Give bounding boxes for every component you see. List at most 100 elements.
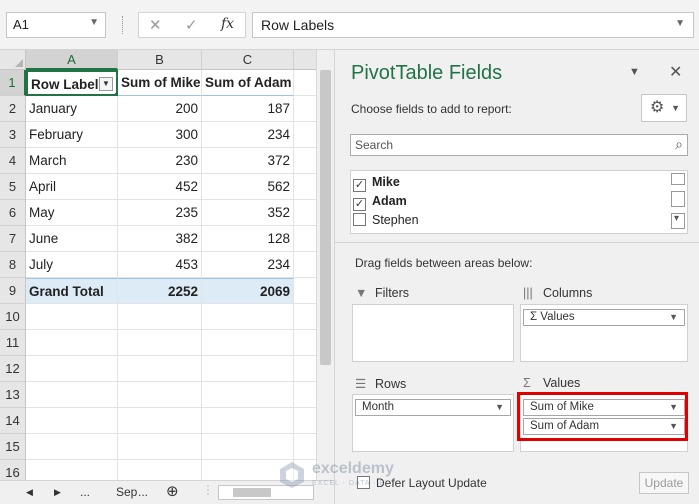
empty-cell[interactable] bbox=[202, 356, 294, 382]
pivot-row-label[interactable]: March bbox=[26, 148, 118, 174]
pivot-value-cell[interactable]: 230 bbox=[118, 148, 202, 174]
columns-values-chip[interactable]: Σ Values ▼ bbox=[523, 309, 685, 326]
row-header[interactable]: 5 bbox=[0, 174, 26, 200]
row-labels-filter-icon[interactable]: ▼ bbox=[99, 77, 113, 91]
row-header[interactable]: 8 bbox=[0, 252, 26, 278]
chevron-down-icon[interactable]: ▼ bbox=[669, 310, 678, 325]
list-scroll-up[interactable] bbox=[671, 173, 685, 185]
empty-cell[interactable] bbox=[294, 174, 316, 200]
hscroll-thumb[interactable] bbox=[233, 488, 271, 497]
empty-cell[interactable] bbox=[294, 434, 316, 460]
pane-options-chevron-icon[interactable]: ▼ bbox=[629, 66, 640, 78]
scroll-tabs-right-icon[interactable]: ▶ bbox=[54, 487, 61, 498]
list-scroll-track[interactable] bbox=[671, 191, 685, 207]
tools-button[interactable]: ⚙ ▼ bbox=[641, 94, 687, 122]
empty-cell[interactable] bbox=[294, 356, 316, 382]
chevron-down-icon[interactable]: ▼ bbox=[495, 400, 504, 415]
pivot-row-label[interactable]: February bbox=[26, 122, 118, 148]
insert-function-icon[interactable]: fx bbox=[221, 16, 234, 32]
close-icon[interactable]: ✕ bbox=[669, 62, 682, 82]
empty-cell[interactable] bbox=[26, 408, 118, 434]
empty-cell[interactable] bbox=[118, 408, 202, 434]
row-header[interactable]: 11 bbox=[0, 330, 26, 356]
empty-cell[interactable] bbox=[118, 330, 202, 356]
pivot-value-cell[interactable]: 300 bbox=[118, 122, 202, 148]
empty-cell[interactable] bbox=[294, 278, 316, 304]
checkbox-checked-icon[interactable]: ✓ bbox=[353, 179, 366, 192]
name-box[interactable]: A1 ▼ bbox=[6, 12, 106, 38]
add-sheet-icon[interactable]: ⊕ bbox=[166, 482, 179, 500]
pivot-value-cell[interactable]: 187 bbox=[202, 96, 294, 122]
pivot-value-cell[interactable]: 234 bbox=[202, 252, 294, 278]
row-header[interactable]: 4 bbox=[0, 148, 26, 174]
field-item-mike[interactable]: ✓ Mike bbox=[353, 173, 400, 192]
empty-cell[interactable] bbox=[118, 434, 202, 460]
pivot-value-cell[interactable]: 382 bbox=[118, 226, 202, 252]
field-search-input[interactable]: Search ⌕ bbox=[350, 134, 688, 156]
enter-icon[interactable]: ✓ bbox=[185, 16, 198, 34]
pivot-row-label[interactable]: June bbox=[26, 226, 118, 252]
row-header[interactable]: 12 bbox=[0, 356, 26, 382]
empty-cell[interactable] bbox=[294, 226, 316, 252]
filters-area[interactable] bbox=[352, 304, 514, 362]
pivot-value-cell[interactable]: 234 bbox=[202, 122, 294, 148]
empty-cell[interactable] bbox=[202, 408, 294, 434]
spreadsheet-grid[interactable]: A B C 1 2 3 4 5 6 7 8 9 10 11 12 13 14 15 16 Row Labels… bbox=[0, 50, 316, 480]
pivot-row-label[interactable]: April bbox=[26, 174, 118, 200]
pivot-row-labels-header[interactable]: Row Labels ▼ bbox=[26, 70, 118, 96]
row-header[interactable]: 14 bbox=[0, 408, 26, 434]
empty-cell[interactable] bbox=[202, 460, 294, 480]
pivot-row-label[interactable]: January bbox=[26, 96, 118, 122]
empty-cell[interactable] bbox=[294, 330, 316, 356]
rows-month-chip[interactable]: Month ▼ bbox=[355, 399, 511, 416]
row-header[interactable]: 7 bbox=[0, 226, 26, 252]
grand-total-label[interactable]: Grand Total bbox=[26, 278, 118, 304]
rows-area[interactable]: Month ▼ bbox=[352, 394, 514, 452]
grand-total-value[interactable]: 2069 bbox=[202, 278, 294, 304]
empty-cell[interactable] bbox=[26, 434, 118, 460]
empty-cell[interactable] bbox=[26, 460, 118, 480]
expand-formula-icon[interactable]: ▼ bbox=[675, 18, 685, 29]
checkbox-checked-icon[interactable]: ✓ bbox=[353, 198, 366, 211]
empty-cell[interactable] bbox=[26, 304, 118, 330]
empty-cell[interactable] bbox=[294, 96, 316, 122]
formula-input[interactable]: Row Labels ▼ bbox=[252, 12, 694, 38]
pivot-row-label[interactable]: May bbox=[26, 200, 118, 226]
cancel-icon[interactable]: ✕ bbox=[149, 16, 162, 34]
empty-cell[interactable] bbox=[202, 304, 294, 330]
column-header-a[interactable]: A bbox=[26, 50, 118, 70]
pivot-value-cell[interactable]: 453 bbox=[118, 252, 202, 278]
empty-cell[interactable] bbox=[202, 382, 294, 408]
scroll-thumb[interactable] bbox=[320, 70, 331, 365]
empty-cell[interactable] bbox=[26, 330, 118, 356]
empty-cell[interactable] bbox=[202, 330, 294, 356]
vertical-scrollbar[interactable] bbox=[316, 50, 334, 480]
defer-layout-update[interactable]: Defer Layout Update bbox=[357, 476, 487, 490]
checkbox-unchecked-icon[interactable] bbox=[353, 213, 366, 226]
scroll-tabs-left-icon[interactable]: ◀ bbox=[26, 487, 33, 498]
columns-area[interactable]: Σ Values ▼ bbox=[520, 304, 688, 362]
pivot-value-cell[interactable]: 128 bbox=[202, 226, 294, 252]
empty-cell[interactable] bbox=[26, 356, 118, 382]
empty-cell[interactable] bbox=[294, 382, 316, 408]
empty-cell[interactable] bbox=[294, 200, 316, 226]
search-icon[interactable]: ⌕ bbox=[675, 136, 683, 153]
empty-cell[interactable] bbox=[294, 70, 316, 96]
field-item-stephen[interactable]: Stephen bbox=[353, 211, 419, 229]
checkbox-unchecked-icon[interactable] bbox=[357, 476, 370, 489]
pivot-value-cell[interactable]: 352 bbox=[202, 200, 294, 226]
pivot-value-header[interactable]: Sum of Mike bbox=[118, 70, 202, 96]
pivot-value-cell[interactable]: 372 bbox=[202, 148, 294, 174]
empty-cell[interactable] bbox=[294, 148, 316, 174]
empty-cell[interactable] bbox=[294, 304, 316, 330]
row-header[interactable]: 15 bbox=[0, 434, 26, 460]
column-header-b[interactable]: B bbox=[118, 50, 202, 70]
pivot-value-cell[interactable]: 235 bbox=[118, 200, 202, 226]
row-header[interactable]: 3 bbox=[0, 122, 26, 148]
tab-splitter[interactable]: ⋮ bbox=[202, 483, 214, 497]
pivot-value-cell[interactable]: 200 bbox=[118, 96, 202, 122]
empty-cell[interactable] bbox=[118, 460, 202, 480]
empty-cell[interactable] bbox=[294, 460, 316, 480]
column-header-d[interactable] bbox=[294, 50, 316, 70]
horizontal-scrollbar[interactable] bbox=[218, 485, 314, 500]
